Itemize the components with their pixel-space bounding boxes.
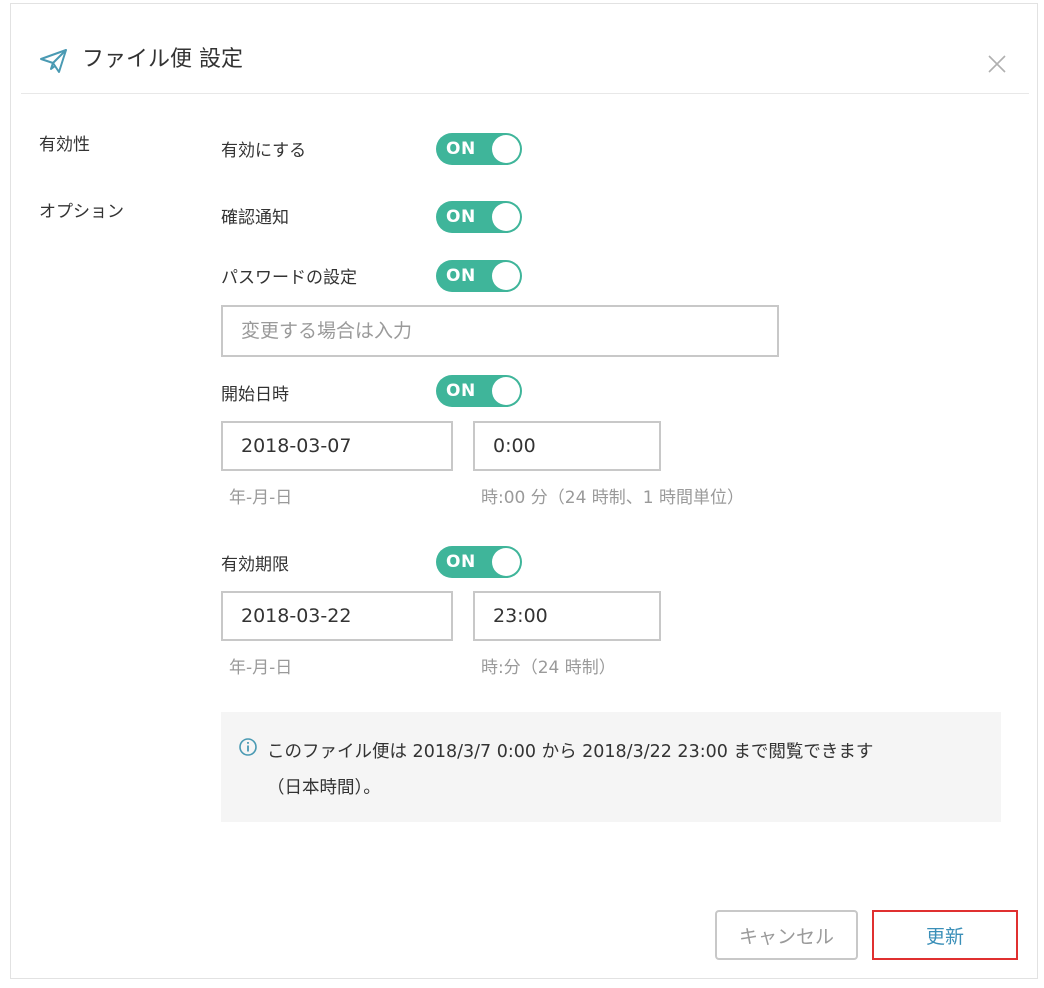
cancel-button[interactable]: キャンセル: [715, 910, 858, 960]
confirm-notify-label: 確認通知: [221, 208, 289, 228]
section-label-validity: 有効性: [39, 135, 90, 155]
expiry-date-input[interactable]: [221, 591, 453, 641]
password-label: パスワードの設定: [221, 268, 357, 288]
update-button[interactable]: 更新: [872, 910, 1018, 960]
start-date-hint: 年-月-日: [229, 488, 293, 508]
toggle-state: ON: [446, 266, 476, 286]
enable-label: 有効にする: [221, 141, 307, 161]
paper-plane-icon: [40, 49, 67, 73]
toggle-state: ON: [446, 381, 476, 401]
info-icon: [239, 738, 257, 756]
password-input[interactable]: [221, 305, 779, 357]
start-datetime-label: 開始日時: [221, 385, 289, 405]
toggle-knob: [492, 203, 520, 231]
expiry-label: 有効期限: [221, 555, 289, 575]
expiry-toggle[interactable]: ON: [436, 546, 522, 578]
toggle-knob: [492, 548, 520, 576]
toggle-knob: [492, 135, 520, 163]
info-message-line1: このファイル便は 2018/3/7 0:00 から 2018/3/22 23:0…: [267, 742, 874, 762]
start-time-hint: 時:00 分（24 時制、1 時間単位）: [481, 488, 745, 508]
dialog-title: ファイル便 設定: [82, 47, 243, 72]
toggle-state: ON: [446, 552, 476, 572]
dialog-header: ファイル便 設定: [21, 33, 1029, 94]
toggle-state: ON: [446, 139, 476, 159]
toggle-state: ON: [446, 207, 476, 227]
start-time-input[interactable]: [473, 421, 661, 471]
confirm-notify-toggle[interactable]: ON: [436, 201, 522, 233]
info-message-line2: （日本時間）。: [267, 778, 381, 798]
start-date-input[interactable]: [221, 421, 453, 471]
file-delivery-settings-dialog: ファイル便 設定 有効性 有効にする ON オプション 確認通知 ON パスワー…: [10, 3, 1038, 979]
expiry-time-hint: 時:分（24 時制）: [481, 658, 616, 678]
enable-toggle[interactable]: ON: [436, 133, 522, 165]
expiry-date-hint: 年-月-日: [229, 658, 293, 678]
close-icon[interactable]: [987, 54, 1007, 74]
toggle-knob: [492, 262, 520, 290]
section-label-options: オプション: [39, 202, 124, 222]
toggle-knob: [492, 377, 520, 405]
info-message-box: このファイル便は 2018/3/7 0:00 から 2018/3/22 23:0…: [221, 712, 1001, 822]
start-datetime-toggle[interactable]: ON: [436, 375, 522, 407]
expiry-time-input[interactable]: [473, 591, 661, 641]
password-toggle[interactable]: ON: [436, 260, 522, 292]
